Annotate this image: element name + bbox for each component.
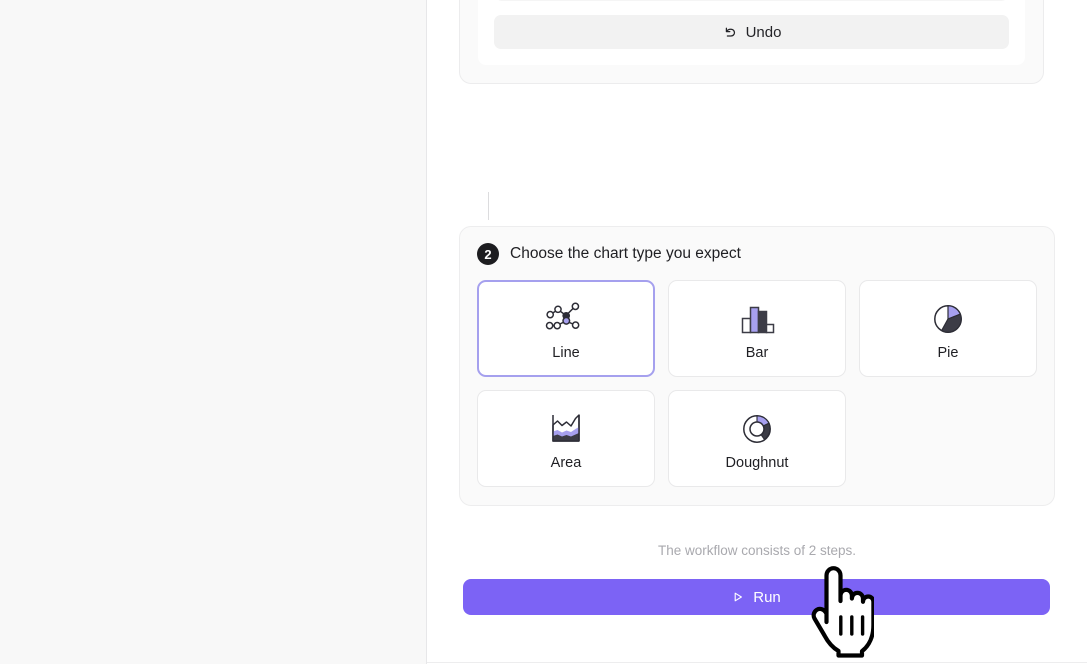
left-panel (0, 0, 427, 664)
doughnut-chart-icon (737, 407, 777, 451)
undo-arrow-icon (722, 24, 738, 40)
file-list-panel: File name placeh... 123.45MB File name p… (478, 0, 1025, 65)
step-2-header: 2 Choose the chart type you expect (477, 243, 1037, 265)
undo-label: Undo (745, 23, 782, 41)
file-row[interactable]: File name placeh... 123.45MB (494, 0, 1009, 1)
chart-type-option-line[interactable]: Line (477, 280, 655, 377)
step-1-card: File name placeh... 123.45MB File name p… (459, 0, 1044, 84)
chart-type-option-pie[interactable]: Pie (859, 280, 1037, 377)
app-root: File name placeh... 123.45MB File name p… (0, 0, 1087, 664)
chart-type-grid: Line Bar Pie Area Doughnut (477, 280, 1037, 487)
play-triangle-icon (732, 591, 744, 603)
bar-chart-icon (737, 297, 777, 341)
chart-type-option-bar[interactable]: Bar (668, 280, 846, 377)
bottom-divider (427, 662, 1087, 663)
chart-type-label: Doughnut (725, 454, 789, 471)
step-number-badge: 2 (477, 243, 499, 265)
chart-type-label: Line (552, 344, 580, 361)
chart-type-label: Pie (937, 344, 959, 361)
run-button[interactable]: Run (463, 579, 1050, 615)
step-connector-line (488, 192, 489, 220)
area-chart-icon (546, 407, 586, 451)
line-chart-icon (545, 297, 587, 341)
step-2-title: Choose the chart type you expect (510, 245, 741, 262)
undo-button[interactable]: Undo (494, 15, 1009, 49)
workflow-column: File name placeh... 123.45MB File name p… (427, 0, 1087, 664)
pie-chart-icon (928, 297, 968, 341)
workflow-step-count: The workflow consists of 2 steps. (657, 543, 857, 558)
step-2-card: 2 Choose the chart type you expect Line … (459, 226, 1055, 506)
run-label: Run (753, 588, 781, 606)
chart-type-label: Bar (745, 344, 769, 361)
chart-type-label: Area (550, 454, 582, 471)
chart-type-option-doughnut[interactable]: Doughnut (668, 390, 846, 487)
chart-type-option-area[interactable]: Area (477, 390, 655, 487)
